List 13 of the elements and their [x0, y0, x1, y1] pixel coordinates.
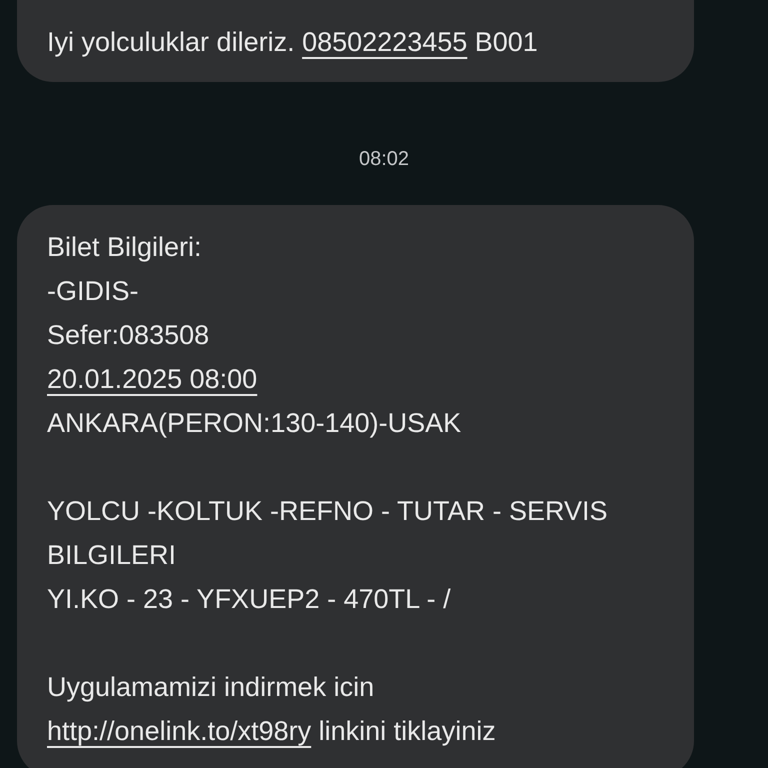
message-link[interactable]: http://onelink.to/xt98ry: [47, 716, 312, 746]
message-link[interactable]: 08502223455: [302, 27, 468, 57]
message-text: Sefer:083508: [47, 319, 210, 352]
message-text: YI.KO - 23 - YFXUEP2 - 470TL - /: [47, 583, 452, 616]
message-text: -GIDIS-: [47, 275, 140, 308]
message-text: ANKARA(PERON:130-140)-USAK: [47, 407, 462, 440]
message-text: Bilet Bilgileri:: [47, 231, 203, 264]
message-timestamp: 08:02: [358, 148, 410, 171]
message-link[interactable]: 20.01.2025 08:00: [47, 364, 258, 394]
message-text: http://onelink.to/xt98ry linkini tiklayiniz: [47, 715, 497, 748]
message-text: Uygulamamizi indirmek icin: [47, 671, 376, 704]
message-text: YOLCU -KOLTUK -REFNO - TUTAR - SERVIS BILGILERI: [47, 495, 609, 572]
message-text: Iyi yolculuklar dileriz. 08502223455 B001: [47, 26, 539, 59]
